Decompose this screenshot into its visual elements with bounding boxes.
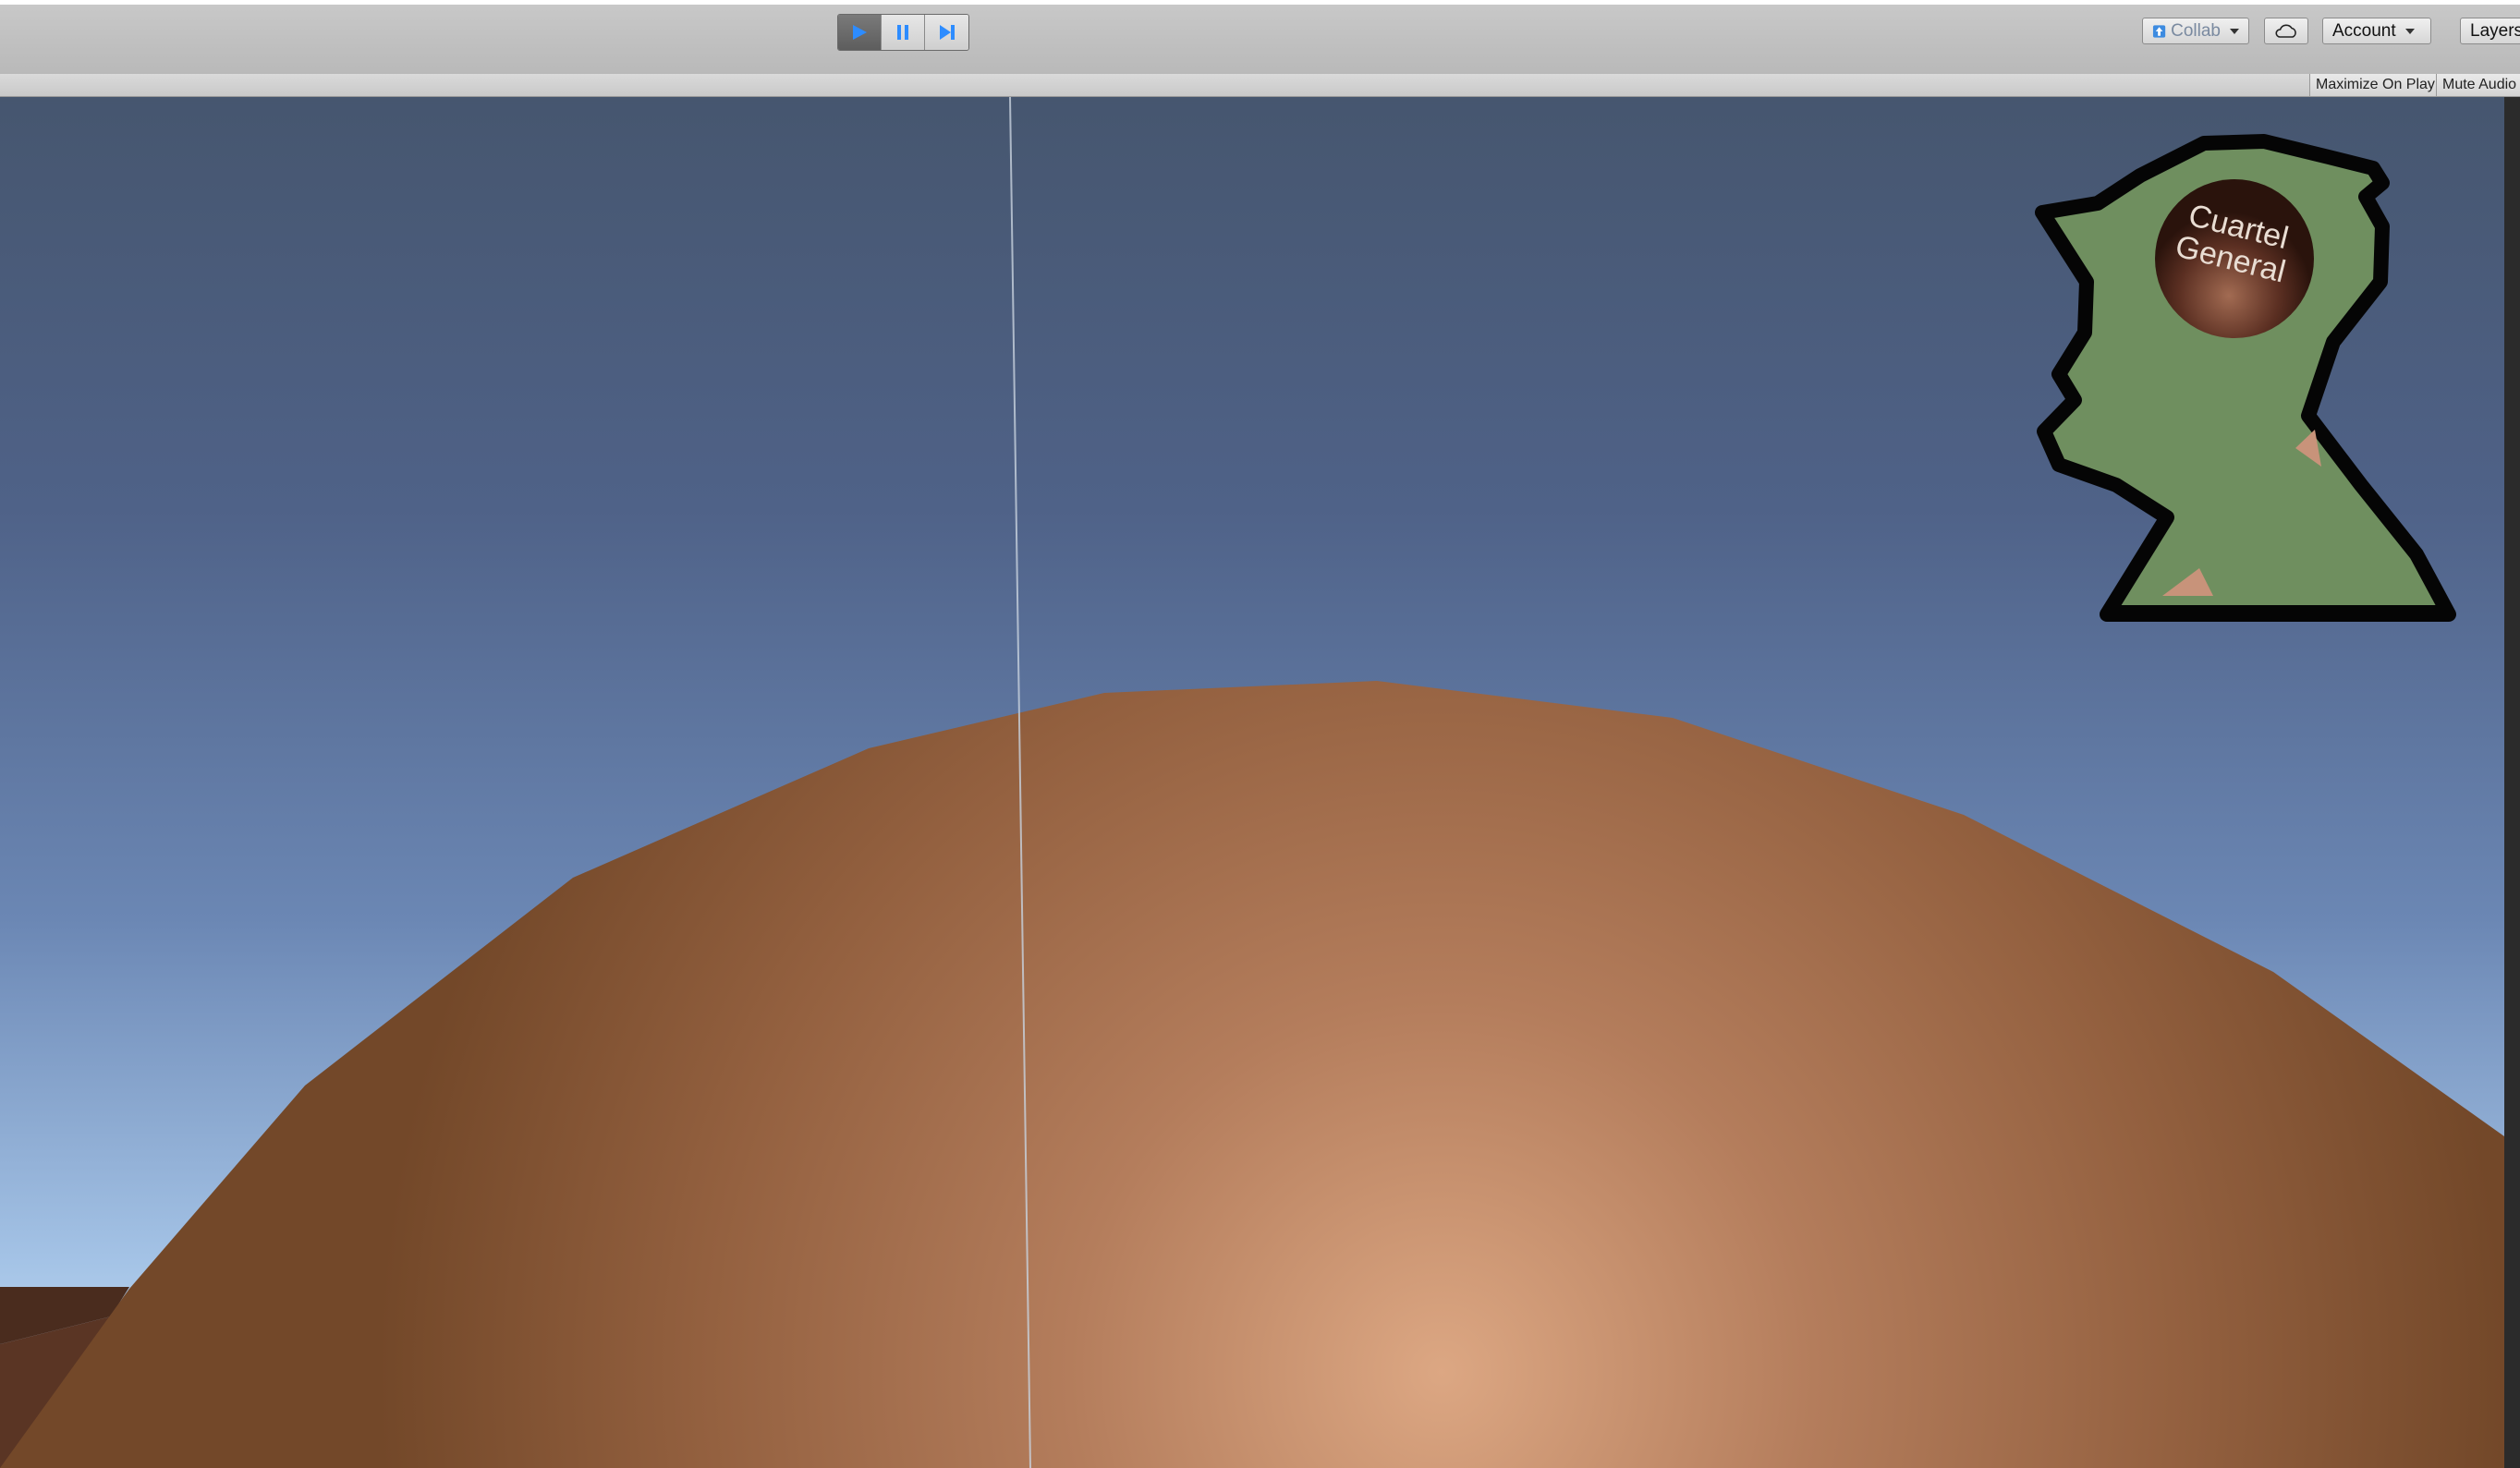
cloud-button[interactable] — [2264, 18, 2308, 44]
layers-label: Layers — [2470, 20, 2520, 41]
chevron-down-icon — [2230, 28, 2239, 34]
game-viewport[interactable]: Cuartel General — [0, 97, 2504, 1468]
chevron-down-icon — [2404, 28, 2415, 34]
play-button[interactable] — [838, 15, 882, 50]
play-controls — [837, 14, 969, 51]
main-toolbar: Collab Account Layers — [0, 5, 2520, 75]
game-view-toolbar: Maximize On Play Mute Audio — [0, 74, 2520, 97]
pause-icon — [897, 25, 908, 40]
collab-label: Collab — [2171, 20, 2221, 41]
account-label: Account — [2332, 20, 2396, 41]
maximize-on-play-label: Maximize On Play — [2316, 77, 2435, 92]
step-button[interactable] — [925, 15, 968, 50]
maximize-on-play-toggle[interactable]: Maximize On Play — [2309, 74, 2436, 96]
mute-audio-label: Mute Audio — [2442, 77, 2517, 92]
mute-audio-toggle[interactable]: Mute Audio — [2436, 74, 2520, 96]
cloud-icon — [2275, 24, 2296, 38]
layers-dropdown[interactable]: Layers — [2460, 18, 2520, 44]
pause-button[interactable] — [882, 15, 925, 50]
unity-editor-window: Collab Account Layers Maximize On Play M… — [0, 0, 2520, 1468]
collab-icon — [2152, 24, 2166, 38]
terrain-dome — [0, 681, 2504, 1468]
step-icon — [939, 25, 955, 40]
collab-dropdown[interactable]: Collab — [2142, 18, 2249, 44]
account-dropdown[interactable]: Account — [2322, 18, 2431, 44]
viewport-scrollbar[interactable] — [2504, 97, 2520, 1468]
game-scene — [0, 97, 2504, 1468]
play-icon — [853, 25, 867, 40]
